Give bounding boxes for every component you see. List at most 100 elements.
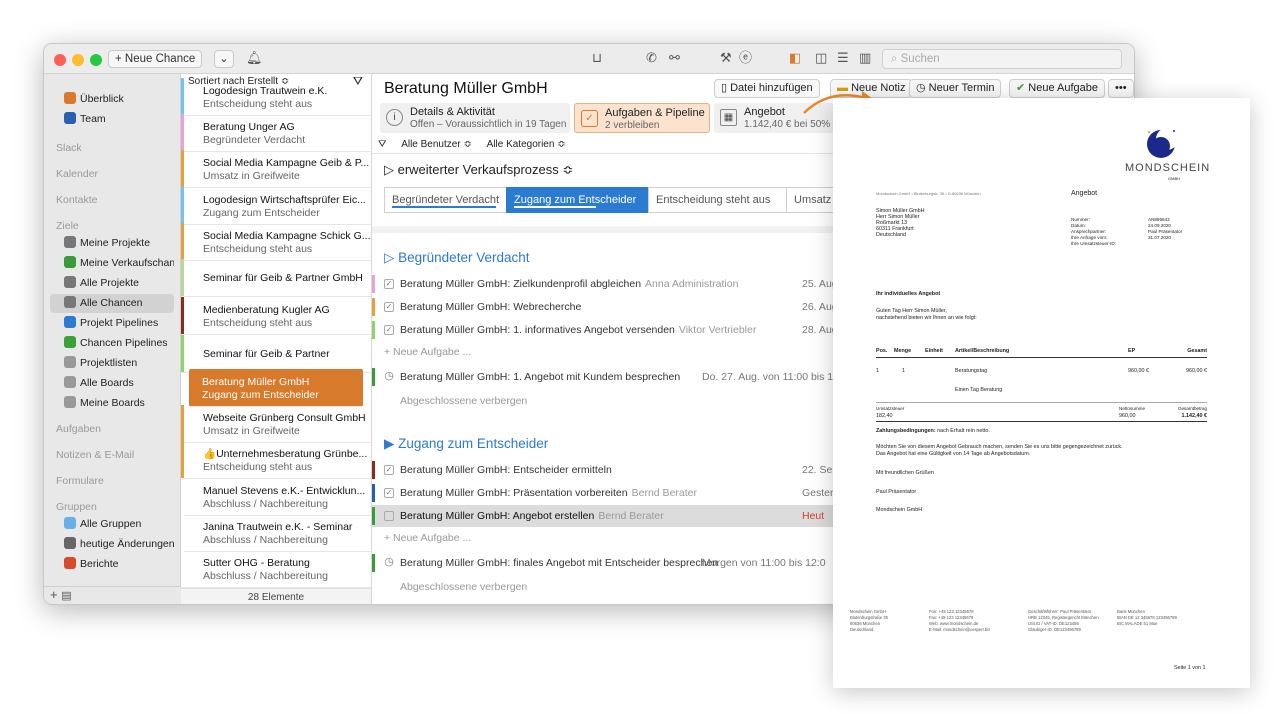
new-task-link[interactable]: + Neue Aufgabe ... (384, 532, 471, 544)
search-input[interactable]: ⌕ Suchen (882, 49, 1122, 69)
task-checkbox[interactable]: ✓ (384, 488, 394, 498)
sidebar-item-4[interactable]: Kontakte (50, 191, 174, 210)
task-due-date: Heut (802, 510, 825, 522)
intro: nachstehend bieten wir Ihnen an wie folg… (876, 315, 977, 321)
new-task-link[interactable]: + Neue Aufgabe ... (384, 346, 471, 358)
payment-terms: Zahlungsbedingungen: nach Erhalt rein ne… (876, 428, 990, 434)
list-item[interactable]: Janina Trautwein e.K. - Seminar Abschluss… (181, 514, 371, 552)
close-window-button[interactable] (54, 54, 66, 66)
stage-3[interactable]: Entscheidung steht aus (648, 187, 786, 213)
sidebar-item-label: Slack (56, 142, 82, 154)
sidebar-toggle-icon[interactable]: ◧ (789, 50, 801, 68)
stage-1[interactable]: Begründeter Verdacht (384, 187, 506, 213)
filter-icon[interactable]: ⛛ (378, 139, 386, 150)
dollar-icon (64, 256, 76, 268)
sidebar-item-17[interactable]: Formulare (50, 472, 174, 491)
list-item[interactable]: Sutter OHG - Beratung Abschluss / Nachber… (181, 550, 371, 588)
sidebar-item-2[interactable]: Slack (50, 139, 174, 158)
sidebar-item-16[interactable]: Notizen & E-Mail (50, 446, 174, 465)
task-checkbox[interactable]: ✓ (384, 465, 394, 475)
sidebar-footer: + ▤ (44, 586, 181, 604)
list-item[interactable]: Manuel Stevens e.K.- Entwicklun... Abschl… (181, 478, 371, 516)
list-item[interactable]: Medienberatung Kugler AG Entscheidung ste… (181, 297, 371, 335)
sidebar-item-21[interactable]: Berichte (50, 555, 174, 574)
tab-details-label: Details & Aktivität (410, 106, 495, 118)
process-selector[interactable]: ▷ erweiterter Verkaufsprozess ≎ (384, 162, 573, 178)
list-item[interactable]: Webseite Grünberg Consult GmbH Umsatz in … (181, 405, 371, 443)
hide-completed-link[interactable]: Abgeschlossene verbergen (400, 581, 527, 593)
sidebar-item-13[interactable]: Alle Boards (50, 374, 174, 393)
chances-icon (64, 296, 76, 308)
app-logo-icon[interactable]: ⊔ (592, 50, 602, 68)
net-value: 960,00 (1119, 413, 1136, 419)
chevron-down-icon[interactable]: ⌄ (214, 50, 234, 68)
status-color-bar (181, 259, 184, 296)
link-icon[interactable]: ⚯ (669, 50, 680, 68)
sidebar-item-20[interactable]: heutige Änderungen (50, 535, 174, 554)
calendar-icon[interactable]: ▤ (61, 590, 71, 602)
list-item[interactable]: Beratung Unger AG Begründeter Verdacht (181, 114, 371, 152)
more-button[interactable]: ••• (1108, 79, 1134, 98)
new-chance-button[interactable]: + Neue Chance (108, 50, 203, 68)
zoom-window-button[interactable] (90, 54, 102, 66)
sidebar-item-3[interactable]: Kalender (50, 165, 174, 184)
sidebar-item-label: Projekt Pipelines (80, 317, 159, 329)
phone-icon[interactable]: ✆ (646, 50, 657, 68)
list-item-title: Beratung Müller GmbH (202, 376, 310, 388)
task-text: Beratung Müller GmbH: Angebot erstellen (400, 510, 595, 522)
list-view-icon[interactable]: ☰ (837, 50, 849, 68)
net-label: Nettosumme (1119, 406, 1146, 411)
list-item[interactable]: Logodesign Wirtschaftsprüfer Eic... Zugan… (181, 187, 371, 225)
sidebar-item-11[interactable]: Chancen Pipelines (50, 334, 174, 353)
sidebar-item-8[interactable]: Alle Projekte (50, 274, 174, 293)
sidebar-item-12[interactable]: Projektlisten (50, 354, 174, 373)
tax-label: Umsatzsteuer (876, 406, 905, 411)
task-checkbox[interactable] (384, 511, 394, 521)
sidebar-item-10[interactable]: Projekt Pipelines (50, 314, 174, 333)
sidebar-item-1[interactable]: Team (50, 110, 174, 129)
list-item[interactable]: Logodesign Trautwein e.K. Entscheidung st… (181, 78, 371, 116)
sidebar-item-15[interactable]: Aufgaben (50, 420, 174, 439)
new-event-button[interactable]: ◷ Neuer Termin (909, 79, 1002, 98)
add-icon[interactable]: + (50, 587, 58, 602)
closing: Mit freundlichen Grüßen (876, 470, 934, 476)
task-color-marker (372, 275, 375, 293)
task-checkbox[interactable]: ✓ (384, 302, 394, 312)
row-pos: 1 (876, 368, 879, 374)
list-item[interactable]: Beratung Müller GmbH Zugang zum Entscheid… (189, 369, 363, 407)
list-item-status: Abschluss / Nachbereitung (203, 534, 328, 546)
tab-tasks[interactable]: ✓ Aufgaben & Pipeline 2 verbleiben (574, 103, 710, 133)
hide-completed-link[interactable]: Abgeschlossene verbergen (400, 395, 527, 407)
list-item[interactable]: Social Media Kampagne Geib & P... Umsatz … (181, 150, 371, 188)
col-pos: Pos. (876, 348, 888, 354)
sidebar-item-0[interactable]: Überblick (50, 90, 174, 109)
list-item[interactable]: Seminar für Geib & Partner GmbH (181, 259, 371, 297)
group-icon (64, 517, 76, 529)
list-item-status: Zugang zum Entscheider (203, 207, 320, 219)
sidebar-item-label: Meine Boards (80, 397, 145, 409)
tools-icon[interactable]: ⚒ (720, 50, 732, 68)
euro-icon[interactable]: ⓔ (739, 50, 752, 68)
list-item[interactable]: 👍Unternehmesberatung Grünbe... Entscheidu… (181, 441, 371, 479)
split-view-icon[interactable]: ◫ (815, 50, 827, 68)
list-item[interactable]: Social Media Kampagne Schick G... Entsche… (181, 223, 371, 261)
users-filter[interactable]: Alle Benutzer ≎ (401, 139, 472, 150)
total-label: Gesamtbetrag (1177, 406, 1207, 411)
task-checkbox[interactable]: ✓ (384, 325, 394, 335)
new-task-button[interactable]: ✔ Neue Aufgabe (1009, 79, 1106, 98)
bell-icon[interactable]: 🔔︎ (246, 50, 263, 68)
sidebar-item-19[interactable]: Alle Gruppen (50, 515, 174, 534)
list-item[interactable]: Seminar für Geib & Partner (181, 335, 371, 373)
chart-view-icon[interactable]: ▥ (859, 50, 871, 68)
sidebar-item-label: Chancen Pipelines (80, 337, 168, 349)
sidebar-item-6[interactable]: Meine Projekte (50, 234, 174, 253)
stage-2[interactable]: Zugang zum Entscheider (506, 187, 648, 213)
sidebar-item-7[interactable]: Meine Verkaufschan... (50, 254, 174, 273)
sidebar-item-14[interactable]: Meine Boards (50, 394, 174, 413)
minimize-window-button[interactable] (72, 54, 84, 66)
categories-filter[interactable]: Alle Kategorien ≎ (487, 139, 566, 150)
tab-details[interactable]: i Details & Aktivität Offen – Voraussich… (380, 103, 570, 133)
task-checkbox[interactable]: ✓ (384, 279, 394, 289)
sidebar-item-9[interactable]: Alle Chancen (50, 294, 174, 313)
sidebar-item-label: Aufgaben (56, 423, 101, 435)
